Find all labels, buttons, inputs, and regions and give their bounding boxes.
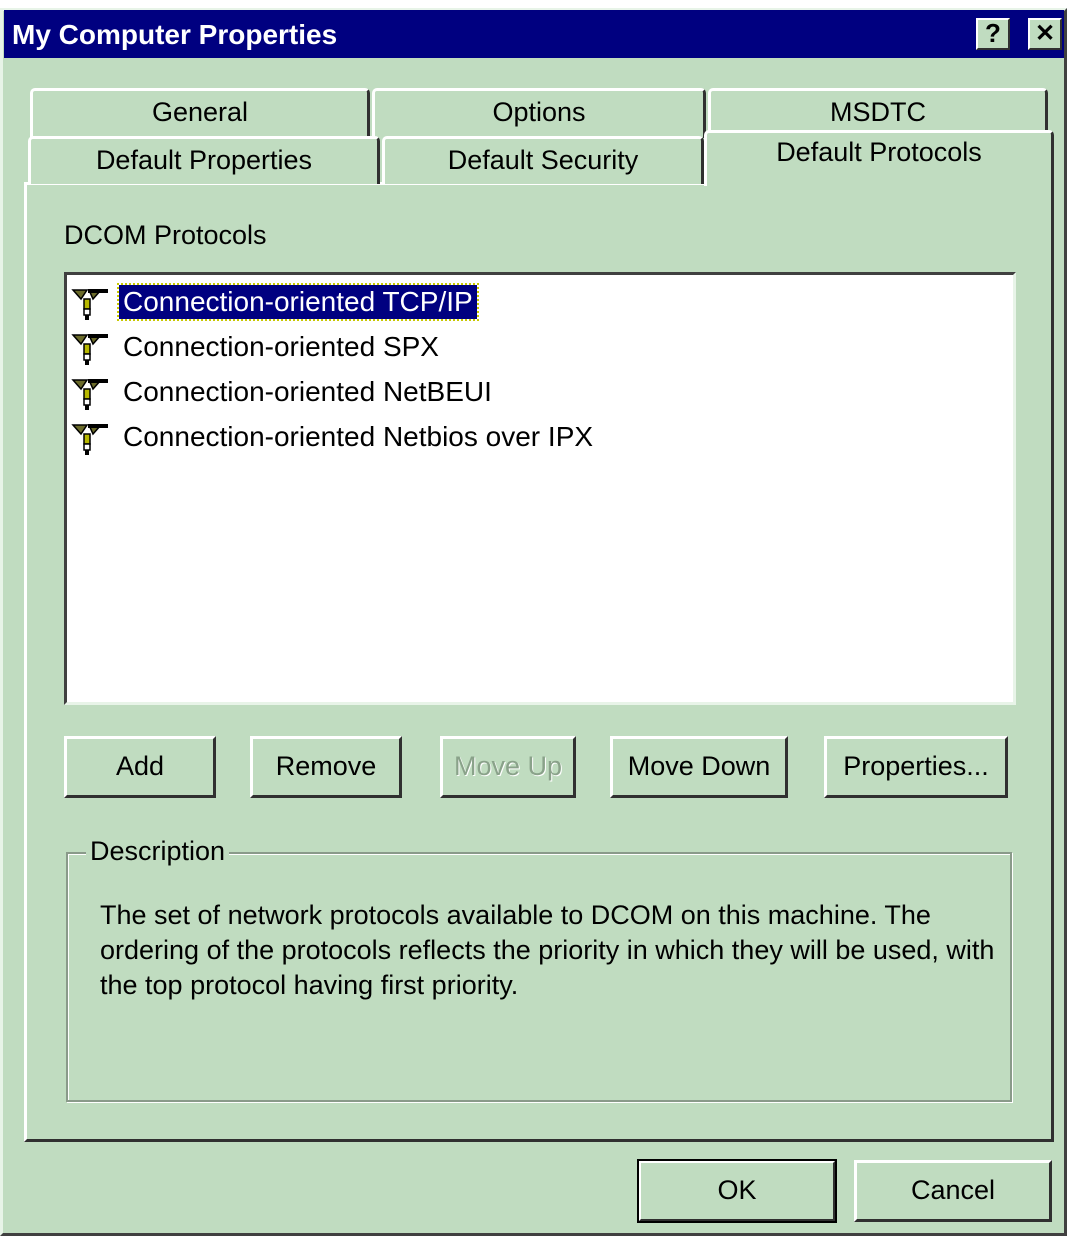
properties-button[interactable]: Properties... <box>824 736 1008 798</box>
title-bar[interactable]: My Computer Properties ? ✕ <box>4 10 1064 58</box>
close-button[interactable]: ✕ <box>1028 18 1062 50</box>
ok-button[interactable]: OK <box>637 1159 837 1223</box>
list-item[interactable]: Connection-oriented NetBEUI <box>71 373 871 413</box>
description-group: Description The set of network protocols… <box>66 836 1012 1102</box>
protocol-label: Connection-oriented Netbios over IPX <box>123 421 594 452</box>
tab-options[interactable]: Options <box>372 88 706 138</box>
move-down-button[interactable]: Move Down <box>610 736 788 798</box>
network-protocol-icon <box>71 289 108 320</box>
tab-default-security-label: Default Security <box>447 145 639 175</box>
tab-default-properties-label: Default Properties <box>95 145 313 175</box>
tab-default-security[interactable]: Default Security <box>382 136 704 184</box>
description-text: The set of network protocols available t… <box>100 900 995 1000</box>
tab-default-properties[interactable]: Default Properties <box>28 136 380 184</box>
network-protocol-icon <box>71 334 108 365</box>
tab-default-protocols[interactable]: Default Protocols <box>704 130 1054 186</box>
dcom-protocols-label: DCOM Protocols <box>64 220 267 250</box>
protocol-label: Connection-oriented NetBEUI <box>123 376 492 407</box>
help-button[interactable]: ? <box>976 18 1010 50</box>
protocol-label: Connection-oriented SPX <box>123 331 439 362</box>
list-item[interactable]: Connection-oriented SPX <box>71 328 871 368</box>
window-title: My Computer Properties <box>12 19 338 50</box>
list-item[interactable]: Connection-oriented TCP/IP <box>71 283 871 323</box>
protocol-label: Connection-oriented TCP/IP <box>117 283 479 321</box>
protocols-list[interactable]: Connection-oriented TCP/IP Connection-or… <box>64 272 1016 705</box>
tab-default-protocols-label: Default Protocols <box>776 137 982 167</box>
network-protocol-icon <box>71 424 108 455</box>
list-item[interactable]: Connection-oriented Netbios over IPX <box>71 418 871 458</box>
tab-general-label: General <box>151 97 249 127</box>
network-protocol-icon <box>71 379 108 410</box>
tab-options-label: Options <box>492 97 586 127</box>
tab-msdtc-label: MSDTC <box>830 97 926 127</box>
cancel-button[interactable]: Cancel <box>854 1160 1052 1222</box>
tab-general[interactable]: General <box>30 88 370 138</box>
add-button[interactable]: Add <box>64 736 216 798</box>
remove-button[interactable]: Remove <box>250 736 402 798</box>
move-up-button[interactable]: Move Up <box>440 736 576 798</box>
description-legend: Description <box>86 836 230 867</box>
